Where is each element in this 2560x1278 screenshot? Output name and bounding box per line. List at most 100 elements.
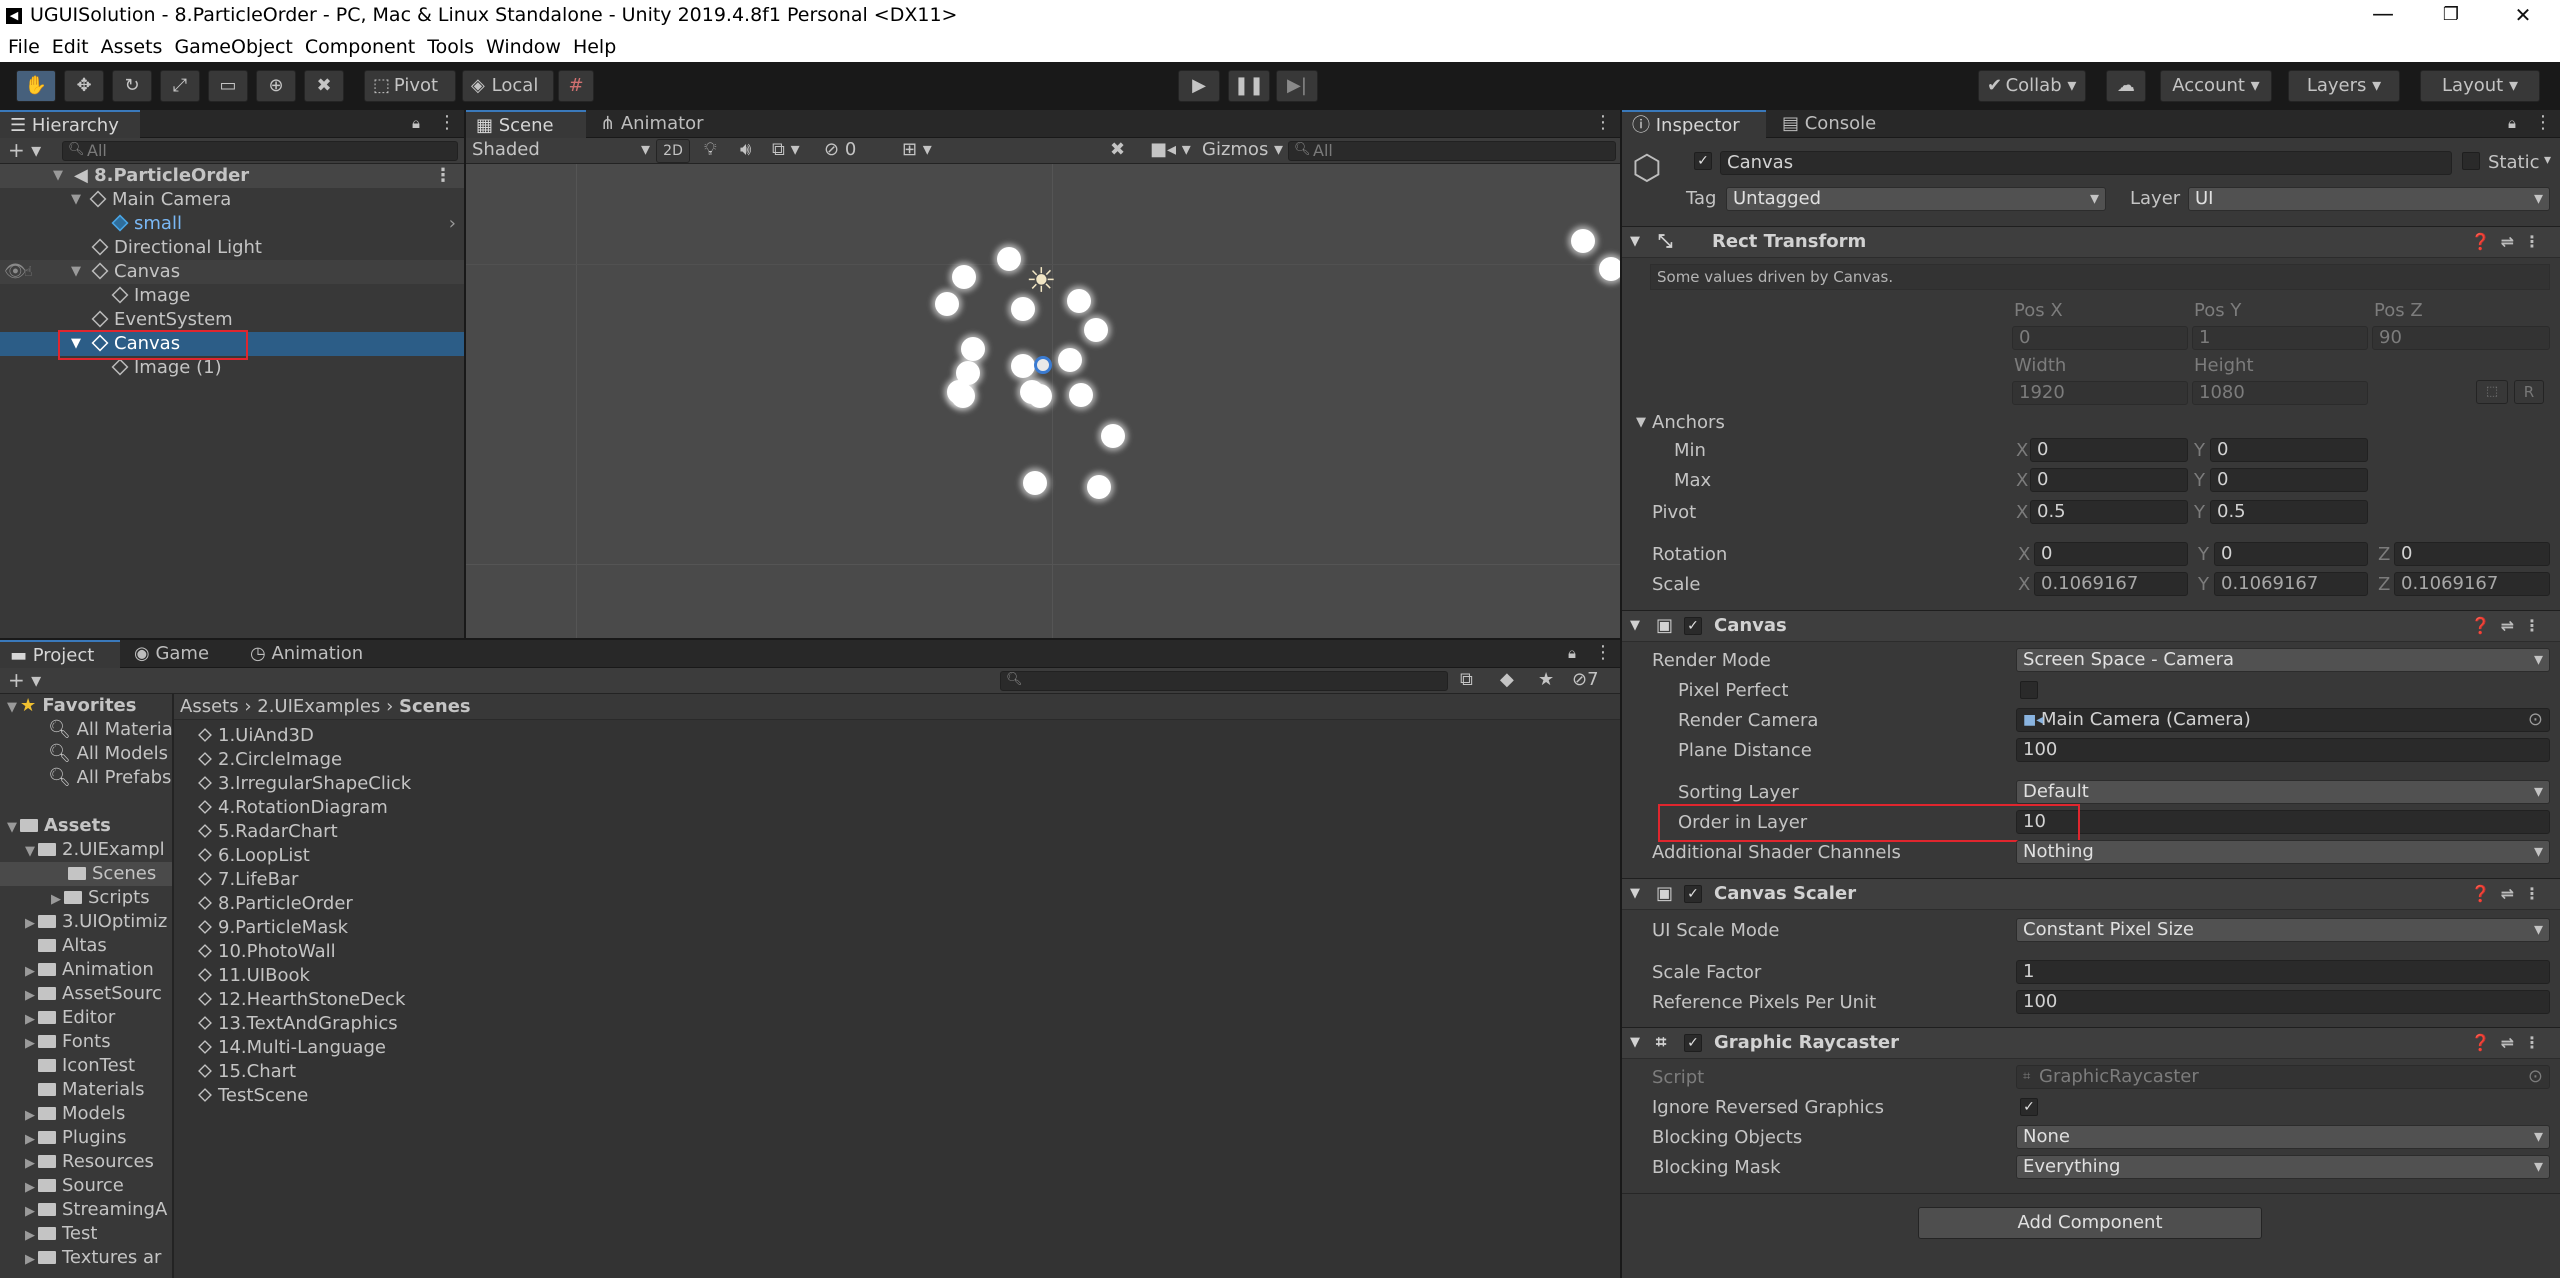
add-component-button[interactable]: Add Component <box>1918 1207 2262 1239</box>
tree-folder-selected[interactable]: Scenes <box>0 862 172 886</box>
anchor-max-y-field[interactable]: 0 <box>2210 468 2368 492</box>
static-checkbox[interactable] <box>2462 152 2480 170</box>
scale-z-field[interactable]: 0.1069167 <box>2394 572 2550 596</box>
tree-folder[interactable]: ▶ Source <box>22 1174 124 1198</box>
rect-transform-header[interactable]: ▼ ⤡ Rect Transform ❓⇌⋮ <box>1622 226 2560 258</box>
tab-project[interactable]: ▬ Project <box>0 640 120 668</box>
pivot-y-field[interactable]: 0.5 <box>2210 500 2368 524</box>
scale-tool-icon[interactable]: ⤢ <box>160 70 200 102</box>
favorite-all-materials[interactable]: 🔍︎ All Material <box>48 718 172 742</box>
lighting-icon[interactable]: 💡︎ <box>704 139 717 160</box>
search-by-label-icon[interactable]: ◆ <box>1500 669 1514 690</box>
project-search-input[interactable] <box>1000 671 1448 691</box>
rotation-z-field[interactable]: 0 <box>2394 542 2550 566</box>
favorite-all-prefabs[interactable]: 🔍︎ All Prefabs <box>48 766 171 790</box>
hidden-objects-icon[interactable]: ⊘ 0 <box>824 139 856 160</box>
scene-file[interactable]: 12.HearthStoneDeck <box>198 988 405 1012</box>
raw-edit-button[interactable]: R <box>2514 380 2544 404</box>
scene-file[interactable]: 14.Multi-Language <box>198 1036 386 1060</box>
tree-folder[interactable]: ▶ Plugins <box>22 1126 126 1150</box>
tree-folder[interactable]: ▶ Test <box>22 1222 97 1246</box>
lock-icon[interactable]: 🔒︎ <box>412 114 420 132</box>
canvas-enabled-checkbox[interactable]: ✓ <box>1684 617 1702 635</box>
minimize-button[interactable]: — <box>2350 0 2416 32</box>
favorite-star-icon[interactable]: ★ <box>1538 669 1554 690</box>
pickable-hand-icon[interactable]: ☝ <box>24 260 33 284</box>
create-plus-icon[interactable]: + ▾ <box>8 138 41 162</box>
anchor-min-x-field[interactable]: 0 <box>2030 438 2188 462</box>
shading-mode-dropdown[interactable]: Shaded ▾ <box>472 139 650 160</box>
row-menu-icon[interactable]: ⋮ <box>434 164 452 188</box>
anchors-foldout-icon[interactable]: ▼ <box>1636 415 1646 430</box>
scene-file[interactable]: 10.PhotoWall <box>198 940 336 964</box>
assets-header[interactable]: ▼ Assets <box>4 814 111 838</box>
tree-folder[interactable]: ▶ Fonts <box>22 1030 111 1054</box>
hand-tool-icon[interactable]: ✋ <box>16 70 56 102</box>
hierarchy-row-eventsystem[interactable]: EventSystem <box>0 308 464 332</box>
blueprint-mode-icon[interactable]: ⬚ <box>2476 380 2508 404</box>
lock-icon[interactable]: 🔒︎ <box>1568 644 1576 662</box>
scale-y-field[interactable]: 0.1069167 <box>2214 572 2368 596</box>
tab-console[interactable]: ▤ Console <box>1772 110 1886 138</box>
scene-file[interactable]: 5.RadarChart <box>198 820 338 844</box>
menu-edit[interactable]: Edit <box>46 32 95 62</box>
layers-dropdown[interactable]: Layers ▾ <box>2288 70 2400 102</box>
graphic-raycaster-header[interactable]: ▼ ⌗ ✓ Graphic Raycaster ❓⇌⋮ <box>1622 1027 2560 1059</box>
panel-menu-icon[interactable]: ⋮ <box>2534 112 2552 133</box>
tab-scene[interactable]: ▦ Scene <box>466 110 586 138</box>
scene-viewport[interactable]: ☀ <box>466 164 1620 638</box>
render-camera-field[interactable]: ■◂ Main Camera (Camera) ⊙ <box>2016 708 2550 732</box>
rect-tool-icon[interactable]: ▭ <box>208 70 248 102</box>
tree-folder[interactable]: Altas <box>22 934 107 958</box>
collab-dropdown[interactable]: ✔ Collab ▾ <box>1978 70 2086 102</box>
tab-hierarchy[interactable]: ☰ Hierarchy <box>0 110 140 138</box>
snap-grid-icon[interactable]: # <box>558 70 594 102</box>
menu-tools[interactable]: Tools <box>421 32 480 62</box>
play-button[interactable]: ▶ <box>1178 70 1220 102</box>
hierarchy-row-main-camera[interactable]: ▼ Main Camera <box>0 188 464 212</box>
tools-icon[interactable]: ✖ <box>1110 139 1125 160</box>
sorting-layer-dropdown[interactable]: Default <box>2016 780 2550 804</box>
pos-z-field[interactable]: 90 <box>2372 326 2550 350</box>
canvas-component-header[interactable]: ▼ ▣ ✓ Canvas ❓⇌⋮ <box>1622 610 2560 642</box>
tree-folder[interactable]: ▼ 2.UIExampl <box>22 838 165 862</box>
tab-animator[interactable]: ⋔ Animator <box>590 110 714 138</box>
rotate-tool-icon[interactable]: ↻ <box>112 70 152 102</box>
scale-x-field[interactable]: 0.1069167 <box>2034 572 2188 596</box>
favorites-header[interactable]: ▼ ★ Favorites <box>4 694 136 718</box>
raycaster-enabled-checkbox[interactable]: ✓ <box>1684 1034 1702 1052</box>
scene-file[interactable]: 4.RotationDiagram <box>198 796 388 820</box>
pivot-toggle[interactable]: ⬚ Pivot <box>364 70 456 102</box>
breadcrumb-uiexamples[interactable]: 2.UIExamples <box>257 696 380 717</box>
static-dropdown-icon[interactable]: ▾ <box>2544 152 2551 168</box>
width-field[interactable]: 1920 <box>2012 381 2188 405</box>
scene-file[interactable]: 1.UiAnd3D <box>198 724 314 748</box>
tree-folder[interactable]: ▶ Models <box>22 1102 125 1126</box>
hierarchy-row-image[interactable]: Image <box>0 284 464 308</box>
scene-file[interactable]: 8.ParticleOrder <box>198 892 353 916</box>
pixel-perfect-checkbox[interactable] <box>2020 681 2038 699</box>
gizmos-dropdown[interactable]: Gizmos ▾ <box>1202 139 1283 160</box>
camera-gizmo-icon[interactable] <box>1034 356 1052 374</box>
rotation-y-field[interactable]: 0 <box>2214 542 2368 566</box>
audio-icon[interactable]: 🔊︎ <box>740 139 751 160</box>
close-button[interactable]: ✕ <box>2490 0 2556 32</box>
breadcrumb-scenes[interactable]: Scenes <box>399 696 471 717</box>
active-checkbox[interactable]: ✓ <box>1694 152 1712 170</box>
scene-file[interactable]: 15.Chart <box>198 1060 296 1084</box>
2d-toggle[interactable]: 2D <box>656 139 690 163</box>
component-actions[interactable]: ❓⇌⋮ <box>2471 879 2550 909</box>
menu-assets[interactable]: Assets <box>95 32 169 62</box>
scene-search-input[interactable]: All <box>1288 141 1616 161</box>
tree-folder[interactable]: ▶ Animation <box>22 958 154 982</box>
grid-snap-icon[interactable]: ⊞ ▾ <box>902 139 932 160</box>
maximize-button[interactable]: ❐ <box>2418 0 2484 32</box>
favorite-all-models[interactable]: 🔍︎ All Models <box>48 742 168 766</box>
tree-folder[interactable]: Materials <box>22 1078 145 1102</box>
blocking-objects-dropdown[interactable]: None <box>2016 1125 2550 1149</box>
menu-file[interactable]: File <box>2 32 46 62</box>
lock-icon[interactable]: 🔒︎ <box>2508 114 2516 132</box>
menu-component[interactable]: Component <box>299 32 421 62</box>
pos-y-field[interactable]: 1 <box>2192 326 2368 350</box>
scene-file[interactable]: 13.TextAndGraphics <box>198 1012 398 1036</box>
